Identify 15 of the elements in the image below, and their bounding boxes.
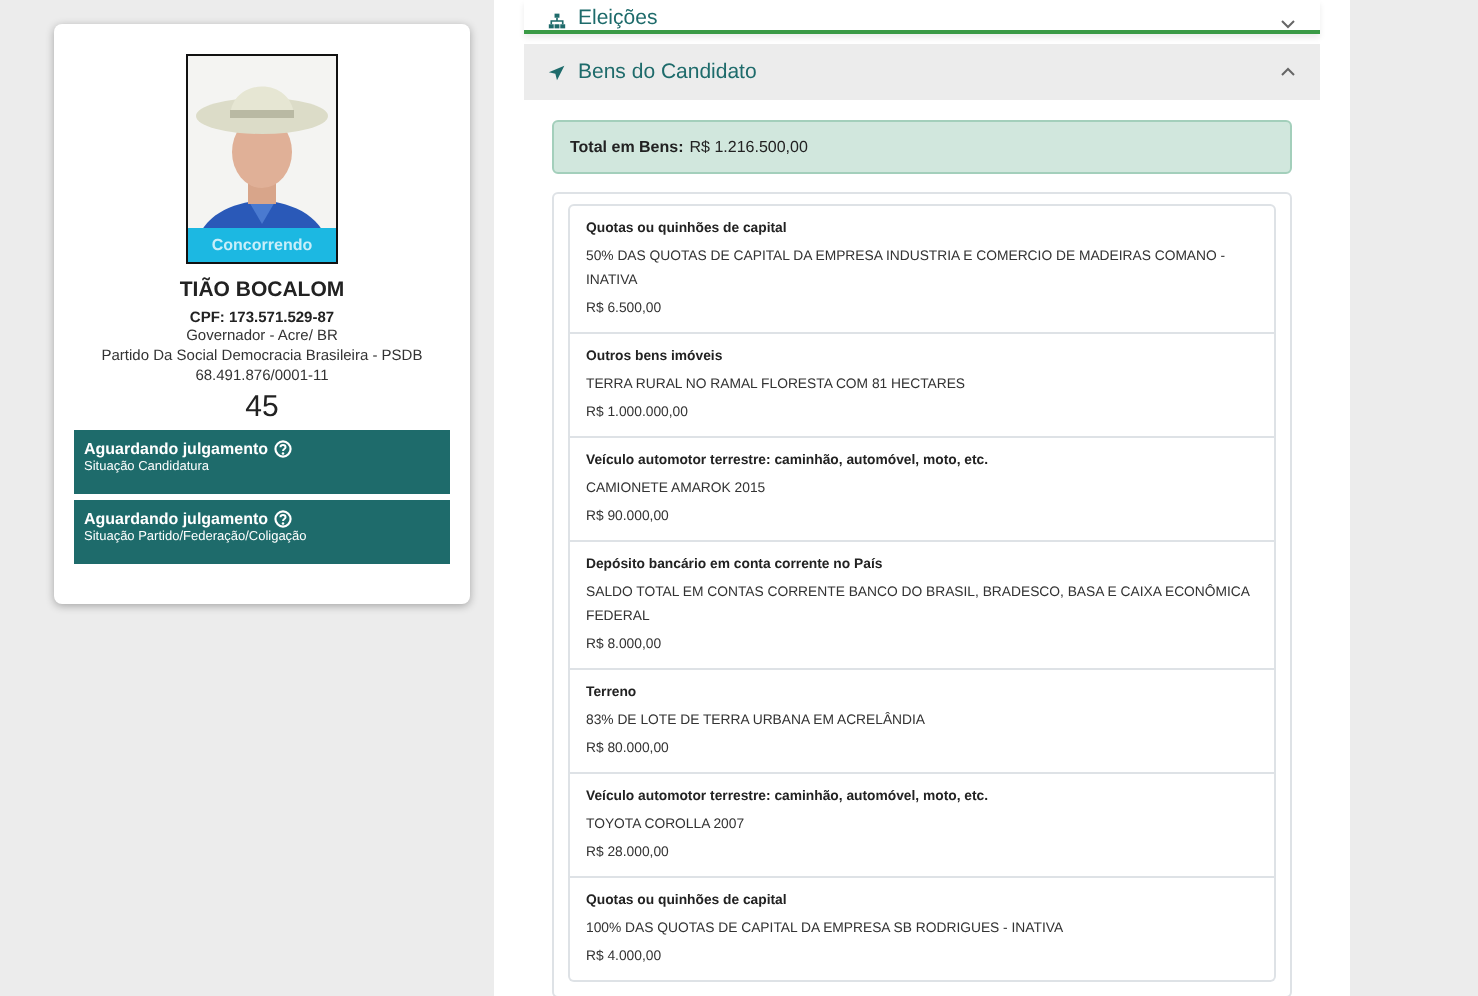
accordion-header[interactable]: Eleições	[524, 0, 1320, 34]
sitemap-icon	[548, 12, 566, 30]
chevron-icon[interactable]	[1280, 66, 1296, 78]
status-badge: Concorrendo	[188, 228, 336, 262]
candidate-number: 45	[245, 390, 279, 424]
situation-title: Aguardando julgamento	[84, 510, 268, 528]
help-icon[interactable]	[274, 440, 292, 458]
situation-title: Aguardando julgamento	[84, 440, 268, 458]
total-value: R$ 1.216.500,00	[689, 138, 808, 156]
send-icon	[548, 63, 566, 81]
help-icon[interactable]	[274, 510, 292, 528]
candidate-name: TIÃO BOCALOM	[179, 278, 345, 302]
total-label: Total em Bens:	[570, 138, 684, 156]
chevron-icon[interactable]	[1280, 18, 1296, 30]
accordion-header[interactable]: Bens do Candidato	[524, 44, 1320, 100]
